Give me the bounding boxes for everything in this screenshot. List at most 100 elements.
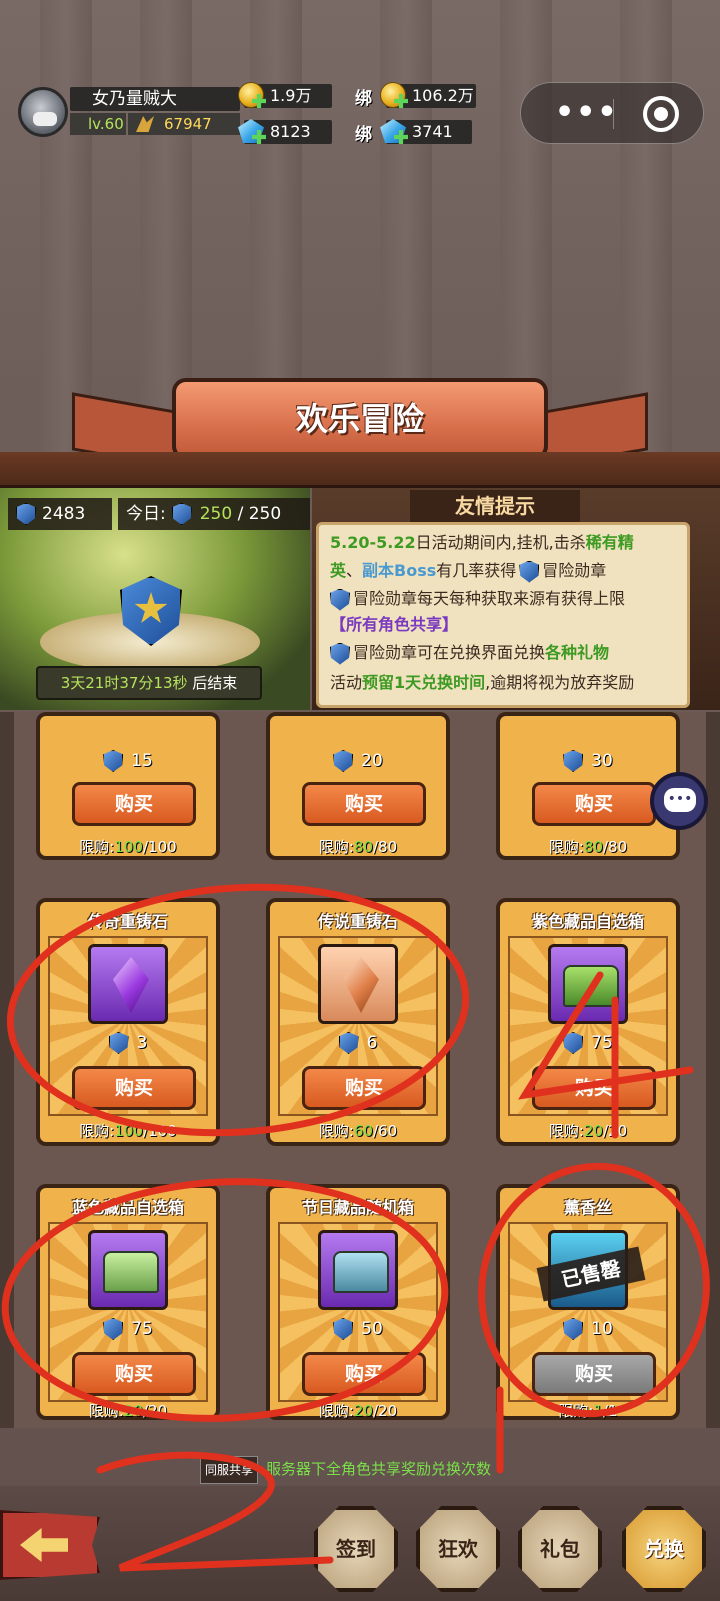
- tip-text: 冒险勋章: [542, 561, 607, 580]
- item-name: 紫色藏品自选箱: [531, 912, 644, 931]
- medal-total-value: 2483: [42, 504, 86, 524]
- chest-icon: [333, 1251, 389, 1293]
- chat-bubble-icon[interactable]: [650, 772, 708, 830]
- tip-text: 冒险勋章每天每种获取来源有获得上限: [353, 589, 626, 608]
- limit-used: 20: [123, 1402, 143, 1420]
- bound-diamond-value: 3741: [412, 122, 453, 141]
- tip-line-4: 【所有角色共享】: [330, 612, 458, 638]
- price-value: 6: [366, 1033, 378, 1053]
- limit-label: 限购:: [318, 1122, 354, 1140]
- item-price: 6: [270, 1032, 446, 1054]
- limit-max: /80: [373, 838, 398, 856]
- limit-label: 限购:: [88, 1402, 124, 1420]
- shop-item-card: 20 购买 限购:80/80: [266, 712, 450, 860]
- event-timer: 3天21时37分13秒 后结束: [36, 666, 262, 700]
- share-tag: 同服共享: [200, 1456, 259, 1484]
- close-target-icon[interactable]: [643, 96, 679, 132]
- shop-item-card: 传奇重铸石 3 购买 限购:100/100: [36, 898, 220, 1146]
- limit-used: 80: [353, 838, 373, 856]
- limit-max: /80: [603, 838, 628, 856]
- limit-used: 60: [353, 1122, 373, 1140]
- medal-icon: [171, 503, 192, 525]
- tip-text: 活动: [330, 673, 363, 692]
- price-value: 75: [131, 1319, 153, 1339]
- buy-button[interactable]: 购买: [302, 782, 426, 826]
- limit-used: 20: [583, 1122, 603, 1140]
- page-title: 欢乐冒险: [172, 378, 548, 460]
- buy-button[interactable]: 购买: [72, 782, 196, 826]
- bound-label: 绑: [355, 89, 372, 109]
- limit-label: 限购:: [318, 1402, 354, 1420]
- buy-button[interactable]: 购买: [72, 1066, 196, 1110]
- shop-item-card: 薰香丝 已售罄 10 购买 限购:1/1: [496, 1184, 680, 1420]
- more-icon[interactable]: •••: [555, 98, 619, 128]
- player-info[interactable]: 女乃量贼大 lv.60 67947: [18, 85, 240, 137]
- item-price: 75: [500, 1032, 676, 1054]
- tip-highlight: 英: [330, 561, 347, 580]
- limit-used: 100: [114, 838, 143, 856]
- nav-carnival[interactable]: 狂欢: [416, 1506, 500, 1592]
- medal-icon: [16, 503, 36, 525]
- today-label: 今日:: [126, 504, 166, 524]
- item-name: 蓝色藏品自选箱: [71, 1198, 184, 1217]
- tip-highlight: 预留1天兑换时间: [362, 673, 486, 692]
- today-sep: /: [237, 504, 244, 524]
- medal-icon: [333, 750, 354, 772]
- medal-icon: [519, 560, 540, 583]
- item-icon-frame: [88, 944, 168, 1024]
- tip-text: 冒险勋章可在兑换界面兑换: [353, 643, 546, 662]
- bound-diamond-display[interactable]: 3741: [380, 119, 472, 144]
- wood-beam: [0, 452, 720, 488]
- item-icon-frame: [318, 944, 398, 1024]
- purchase-limit: 限购:100/100: [40, 1120, 216, 1141]
- buy-button[interactable]: 购买: [532, 782, 656, 826]
- medal-icon: [330, 642, 350, 665]
- screen: 女乃量贼大 lv.60 67947 1.9万 8123 绑 106.2万 绑 3…: [0, 0, 720, 1601]
- nav-sign-in[interactable]: 签到: [314, 1506, 398, 1592]
- share-text: 服务器下全角色共享奖励兑换次数: [266, 1460, 492, 1478]
- player-power: 67947: [128, 113, 240, 135]
- limit-label: 限购:: [318, 838, 354, 856]
- price-value: 3: [136, 1033, 148, 1053]
- limit-label: 限购:: [558, 1402, 594, 1420]
- orange-crystal-icon: [343, 957, 379, 1013]
- medal-icon: [103, 750, 124, 772]
- player-level: lv.60: [70, 113, 126, 135]
- medal-icon: [103, 1318, 124, 1340]
- gold-display[interactable]: 1.9万: [238, 82, 332, 108]
- limit-max: /20: [603, 1122, 628, 1140]
- limit-max: /60: [373, 1122, 398, 1140]
- item-icon-frame: [88, 1230, 168, 1310]
- limit-max: /100: [143, 1122, 177, 1140]
- avatar[interactable]: [18, 87, 68, 137]
- purchase-limit: 限购:80/80: [270, 836, 446, 857]
- limit-used: 1: [593, 1402, 603, 1420]
- shop-item-card: 传说重铸石 6 购买 限购:60/60: [266, 898, 450, 1146]
- item-price: 3: [40, 1032, 216, 1054]
- limit-max: /20: [143, 1402, 168, 1420]
- chest-icon: [563, 965, 619, 1007]
- medal-icon: [330, 588, 350, 611]
- bound-gold-display[interactable]: 106.2万: [380, 82, 476, 108]
- item-icon-frame: [318, 1230, 398, 1310]
- diamond-display[interactable]: 8123: [238, 119, 332, 144]
- timer-suffix: 后结束: [192, 674, 238, 692]
- buy-button[interactable]: 购买: [72, 1352, 196, 1396]
- limit-max: /1: [603, 1402, 618, 1420]
- tip-text: 日活动期间内,挂机,击杀: [415, 533, 586, 552]
- buy-button[interactable]: 购买: [302, 1066, 426, 1110]
- buy-button[interactable]: 购买: [532, 1066, 656, 1110]
- item-name: 节日藏品随机箱: [301, 1198, 414, 1217]
- price-value: 20: [361, 751, 383, 771]
- timer-value: 3天21时37分13秒: [60, 674, 188, 692]
- limit-used: 80: [583, 838, 603, 856]
- limit-label: 限购:: [548, 1122, 584, 1140]
- price-value: 30: [591, 751, 613, 771]
- power-value: 67947: [164, 115, 212, 133]
- medal-icon: [333, 1318, 354, 1340]
- purchase-limit: 限购:80/80: [500, 836, 676, 857]
- buy-button[interactable]: 购买: [302, 1352, 426, 1396]
- buy-button-disabled: 购买: [532, 1352, 656, 1396]
- limit-max: /100: [143, 838, 177, 856]
- item-name: 传说重铸石: [317, 912, 398, 931]
